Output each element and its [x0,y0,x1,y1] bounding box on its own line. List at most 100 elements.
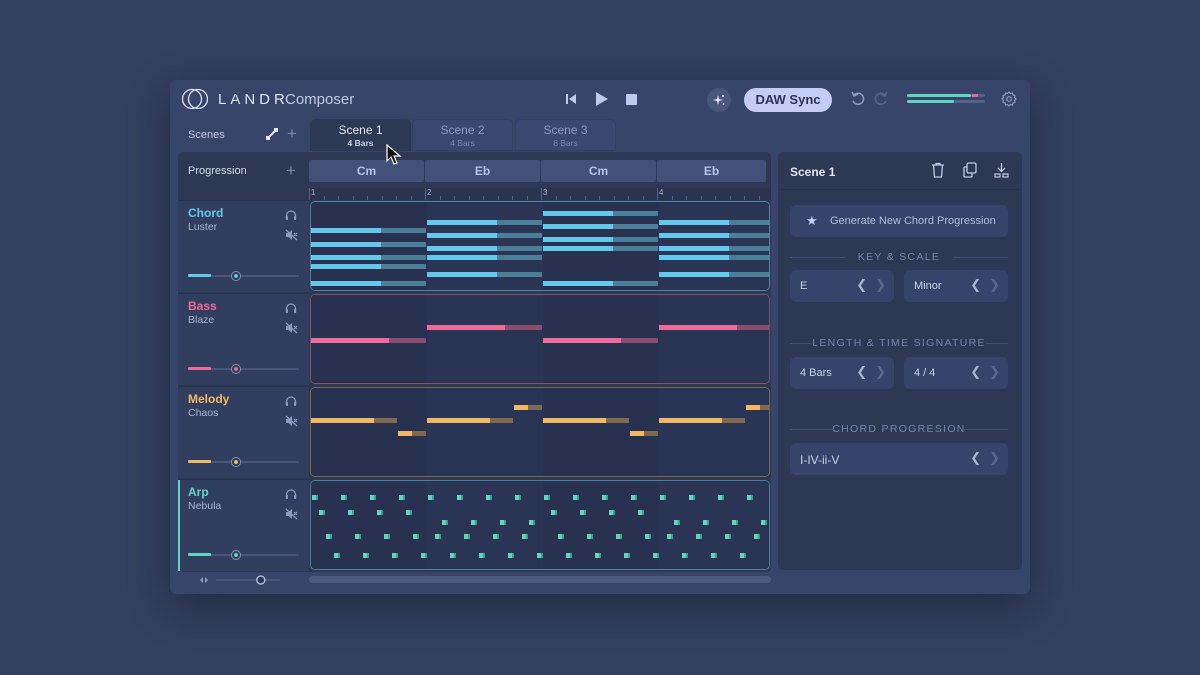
chevron-left-icon[interactable]: ❮ [970,451,981,465]
arp-note[interactable] [673,520,680,525]
volume-slider[interactable] [188,550,299,560]
midi-note[interactable] [311,254,426,260]
arp-note[interactable] [631,495,637,500]
volume-slider[interactable] [188,271,299,281]
arp-note[interactable] [318,510,325,515]
midi-note[interactable] [311,241,426,247]
arp-note[interactable] [363,553,370,558]
arp-note[interactable] [334,553,341,558]
arp-note[interactable] [731,520,738,525]
arp-note[interactable] [586,534,593,539]
midi-note[interactable] [659,232,769,238]
scene-tab-3[interactable]: Scene 3 8 Bars [515,119,616,151]
track-instrument[interactable]: Blaze [188,314,214,326]
midi-note[interactable] [543,338,658,343]
chevron-right-icon[interactable]: ❯ [875,365,886,379]
chord-lane[interactable] [310,201,770,291]
chevron-left-icon[interactable]: ❮ [970,278,981,292]
arp-note[interactable] [595,553,602,558]
arp-note[interactable] [341,495,347,500]
speaker-mute-icon[interactable] [285,414,298,432]
speaker-mute-icon[interactable] [285,321,298,339]
arp-note[interactable] [566,553,573,558]
track-instrument[interactable]: Luster [188,221,217,233]
arp-note[interactable] [544,495,550,500]
midi-note[interactable] [543,237,658,243]
arp-note[interactable] [550,510,557,515]
key-stepper[interactable]: E ❮ ❯ [790,270,894,302]
arp-note[interactable] [718,495,724,500]
headphones-icon[interactable] [285,301,297,319]
skip-back-button[interactable] [562,90,580,108]
midi-note[interactable] [543,281,658,287]
midi-note[interactable] [427,246,542,251]
arp-note[interactable] [702,520,709,525]
midi-note[interactable] [659,254,769,260]
arp-note[interactable] [615,534,622,539]
arp-note[interactable] [450,553,457,558]
midi-note[interactable] [427,418,513,424]
midi-note[interactable] [311,338,426,343]
midi-note[interactable] [514,405,542,411]
arp-note[interactable] [457,495,463,500]
melody-lane[interactable] [310,387,770,477]
arp-note[interactable] [608,510,615,515]
undo-icon[interactable] [850,91,866,107]
midi-note[interactable] [543,246,658,251]
midi-note[interactable] [630,431,658,436]
bass-lane[interactable] [310,294,770,384]
arp-note[interactable] [392,553,399,558]
arp-note[interactable] [537,553,544,558]
download-icon[interactable] [994,162,1009,178]
arp-note[interactable] [724,534,731,539]
midi-note[interactable] [311,281,426,287]
arp-note[interactable] [682,553,689,558]
horizontal-scrollbar[interactable] [309,576,771,583]
midi-note[interactable] [746,405,769,411]
arp-note[interactable] [486,495,492,500]
chevron-left-icon[interactable]: ❮ [856,278,867,292]
track-header-bass[interactable]: Bass Blaze [178,293,309,385]
arp-note[interactable] [354,534,361,539]
volume-slider[interactable] [188,364,299,374]
midi-note[interactable] [427,232,542,238]
track-header-melody[interactable]: Melody Chaos [178,386,309,478]
ai-assist-button[interactable] [707,88,731,112]
arp-note[interactable] [492,534,499,539]
daw-sync-button[interactable]: DAW Sync [744,88,832,112]
track-header-chord[interactable]: Chord Luster [178,200,309,292]
time-signature-stepper[interactable]: 4 / 4 ❮ ❯ [904,357,1008,389]
scene-tab-2[interactable]: Scene 2 4 Bars [412,119,513,151]
midi-note[interactable] [311,418,397,424]
arp-note[interactable] [689,495,695,500]
arp-note[interactable] [528,520,535,525]
play-button[interactable] [592,90,610,108]
arp-lane[interactable] [310,480,770,570]
arp-note[interactable] [573,495,579,500]
arp-note[interactable] [747,495,753,500]
trash-icon[interactable] [931,162,945,178]
arp-note[interactable] [508,553,515,558]
midi-note[interactable] [543,418,629,424]
arp-note[interactable] [434,534,441,539]
midi-note[interactable] [659,219,769,225]
arp-note[interactable] [515,495,521,500]
arp-note[interactable] [653,553,660,558]
track-instrument[interactable]: Nebula [188,500,221,512]
midi-note[interactable] [427,272,542,278]
arp-note[interactable] [463,534,470,539]
arp-note[interactable] [740,553,747,558]
arp-note[interactable] [644,534,651,539]
stop-button[interactable] [622,90,640,108]
chevron-left-icon[interactable]: ❮ [970,365,981,379]
arp-note[interactable] [470,520,477,525]
horizontal-zoom-slider[interactable] [198,574,288,586]
midi-note[interactable] [427,325,542,331]
arp-note[interactable] [579,510,586,515]
chord-cell[interactable]: Eb [657,160,766,182]
arp-note[interactable] [624,553,631,558]
arp-note[interactable] [521,534,528,539]
headphones-icon[interactable] [285,487,297,505]
midi-note[interactable] [659,272,769,278]
arp-note[interactable] [441,520,448,525]
